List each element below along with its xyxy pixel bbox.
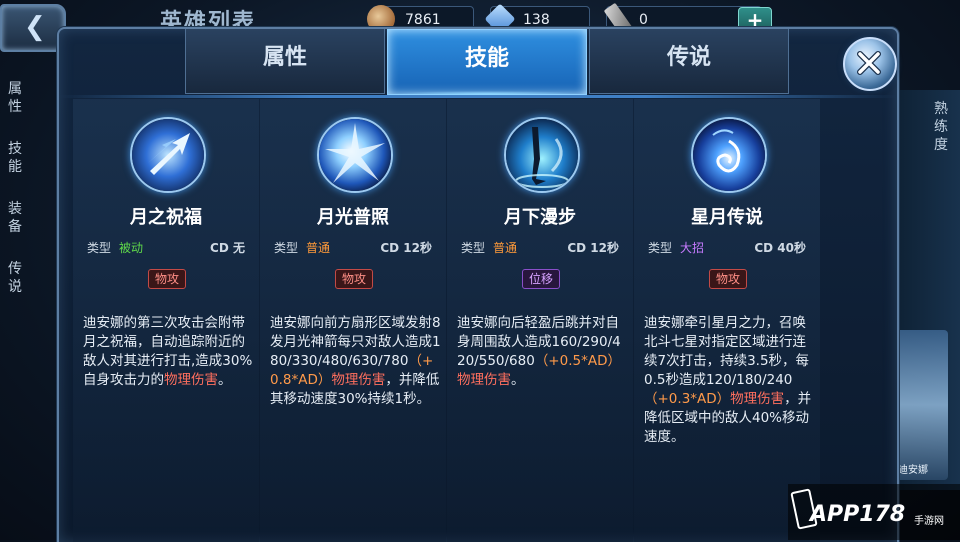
side-tab-skills[interactable]: 技能 (8, 140, 28, 200)
skill-name: 月下漫步 (504, 207, 576, 228)
skill-meta: 类型 大招 CD 40秒 (634, 239, 820, 257)
type-label: 类型 (648, 241, 673, 255)
header-divider (59, 95, 897, 98)
site-watermark: APP178 手游网 (788, 484, 960, 540)
skill-type: 大招 (680, 241, 705, 255)
dialog-tabs: 属性 技能 传说 (185, 29, 789, 97)
hero-side-tabs: 属性 技能 装备 传说 (0, 80, 34, 320)
skill-card: 月光普照 类型 普通 CD 12秒 物攻 迪安娜向前方扇形区域发射8发月光神箭每… (260, 99, 448, 542)
damage-type-badge: 物攻 (708, 269, 748, 289)
skill-description: 迪安娜向后轻盈后跳并对自身周围敌人造成160/290/420/550/680（+… (457, 315, 621, 388)
side-tab-attributes[interactable]: 属性 (8, 80, 28, 140)
cooldown: CD 12秒 (380, 241, 432, 255)
moon-leap-icon[interactable] (504, 117, 580, 193)
type-label: 类型 (87, 241, 112, 255)
skill-type: 普通 (306, 241, 331, 255)
tab-legend[interactable]: 传说 (589, 29, 789, 94)
tab-skills[interactable]: 技能 (387, 29, 587, 95)
cooldown: CD 无 (210, 241, 245, 255)
hero-thumbnail[interactable] (896, 330, 948, 480)
watermark-text: APP178 (810, 502, 906, 527)
close-icon (857, 51, 881, 75)
hero-thumbnail-label: 迪安娜 (898, 465, 928, 476)
skill-list: 月之祝福 类型 被动 CD 无 物攻 迪安娜的第三次攻击会附带月之祝福，自动追踪… (59, 99, 897, 542)
side-tab-legend[interactable]: 传说 (8, 260, 28, 320)
skill-type: 普通 (493, 241, 518, 255)
damage-type-badge: 物攻 (147, 269, 187, 289)
watermark-subtext: 手游网 (914, 516, 944, 527)
back-arrow-icon: ❮ (24, 12, 46, 42)
skill-dialog: 属性 技能 传说 月之祝福 类型 被动 CD 无 物攻 迪安娜的第三次攻击会附带… (57, 27, 899, 542)
skill-meta: 类型 被动 CD 无 (73, 239, 259, 257)
star-moon-icon[interactable] (691, 117, 767, 193)
skill-description: 迪安娜向前方扇形区域发射8发月光神箭每只对敌人造成180/330/480/630… (270, 315, 441, 407)
skill-name: 星月传说 (691, 207, 763, 228)
type-label: 类型 (461, 241, 486, 255)
skill-card: 月之祝福 类型 被动 CD 无 物攻 迪安娜的第三次攻击会附带月之祝福，自动追踪… (73, 99, 261, 542)
skill-meta: 类型 普通 CD 12秒 (260, 239, 446, 257)
close-button[interactable] (843, 37, 897, 91)
damage-type-badge: 物攻 (334, 269, 374, 289)
side-tab-equipment[interactable]: 装备 (8, 200, 28, 260)
skill-type: 被动 (119, 241, 144, 255)
moon-arrow-icon[interactable] (130, 117, 206, 193)
tab-attributes[interactable]: 属性 (185, 29, 385, 94)
proficiency-tab[interactable]: 熟练度 (934, 100, 954, 154)
type-label: 类型 (274, 241, 299, 255)
skill-card: 星月传说 类型 大招 CD 40秒 物攻 迪安娜牵引星月之力，召唤北斗七星对指定… (634, 99, 822, 542)
movement-type-badge: 位移 (521, 269, 561, 289)
skill-card: 月下漫步 类型 普通 CD 12秒 位移 迪安娜向后轻盈后跳并对自身周围敌人造成… (447, 99, 635, 542)
moonlight-burst-icon[interactable] (317, 117, 393, 193)
skill-name: 月光普照 (317, 207, 389, 228)
skill-description: 迪安娜牵引星月之力，召唤北斗七星对指定区域进行连续7次打击，持续3.5秒，每0.… (644, 315, 812, 445)
cooldown: CD 12秒 (567, 241, 619, 255)
skill-name: 月之祝福 (130, 207, 202, 228)
cooldown: CD 40秒 (754, 241, 806, 255)
skill-meta: 类型 普通 CD 12秒 (447, 239, 633, 257)
skill-description: 迪安娜的第三次攻击会附带月之祝福，自动追踪附近的敌人对其进行打击,造成30%自身… (83, 315, 253, 388)
